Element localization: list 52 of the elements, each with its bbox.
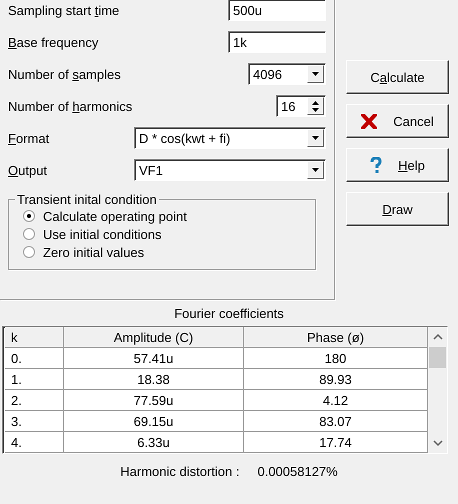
field-label: Number of samples [8, 66, 121, 82]
dropdown-field[interactable]: VF1 [134, 159, 326, 181]
distortion-label: Harmonic distortion : [120, 464, 240, 479]
table-cell: 180 [244, 348, 428, 369]
table-cell: 18.38 [64, 369, 244, 390]
table-cell: 17.74 [244, 432, 428, 453]
radio-label[interactable]: Calculate operating point [43, 208, 187, 224]
dropdown-arrow-icon [312, 168, 319, 172]
table-cell: 0. [5, 348, 64, 369]
dialog-button[interactable]: Help [346, 148, 449, 182]
table-cell: 2. [5, 390, 64, 411]
scroll-thumb[interactable] [429, 347, 446, 368]
table-title: Fourier coefficients [174, 306, 284, 323]
spin-field[interactable]: 16 [276, 95, 326, 117]
table-cell: 6.33u [64, 432, 244, 453]
question-mark-icon [370, 156, 382, 174]
dialog-button[interactable]: Draw [346, 192, 449, 226]
dropdown-field[interactable]: D * cos(kwt + fi) [134, 127, 326, 149]
radio-button[interactable] [23, 228, 35, 240]
radio-label[interactable]: Zero initial values [43, 244, 144, 260]
table-cell: 57.41u [64, 348, 244, 369]
column-header: Phase (ø) [244, 327, 428, 348]
table-cell: 89.93 [244, 369, 428, 390]
dropdown-arrow-icon [312, 72, 319, 76]
table-cell: 4.12 [244, 390, 428, 411]
column-header: k [5, 327, 64, 348]
radio-label[interactable]: Use initial conditions [43, 226, 162, 242]
table-cell: 1. [5, 369, 64, 390]
text-field[interactable]: 1k [228, 31, 326, 53]
table-cell: 4. [5, 432, 64, 453]
cross-icon [361, 114, 378, 128]
dropdown-field[interactable]: 4096 [248, 63, 326, 85]
spinner-arrows-icon [312, 100, 319, 112]
column-header: Amplitude (C) [64, 327, 244, 348]
group-title: Transient inital condition [16, 192, 158, 207]
dialog-button[interactable]: Calculate [346, 60, 449, 94]
dropdown-arrow-icon [312, 136, 319, 140]
radio-button[interactable] [23, 210, 35, 222]
distortion-value: 0.00058127% [257, 464, 338, 479]
field-label: Number of harmonics [8, 98, 132, 114]
field-label: Base frequency [8, 34, 98, 50]
scrollbar[interactable] [428, 327, 447, 453]
text-field[interactable]: 500u [228, 0, 326, 21]
radio-button[interactable] [23, 246, 35, 258]
table-cell: 83.07 [244, 411, 428, 432]
field-label: Sampling start time [8, 2, 120, 18]
table-cell: 3. [5, 411, 64, 432]
field-label: Format [8, 130, 50, 146]
field-label: Output [8, 162, 48, 178]
table-cell: 77.59u [64, 390, 244, 411]
table-cell: 69.15u [64, 411, 244, 432]
dialog-button[interactable]: Cancel [346, 104, 449, 138]
